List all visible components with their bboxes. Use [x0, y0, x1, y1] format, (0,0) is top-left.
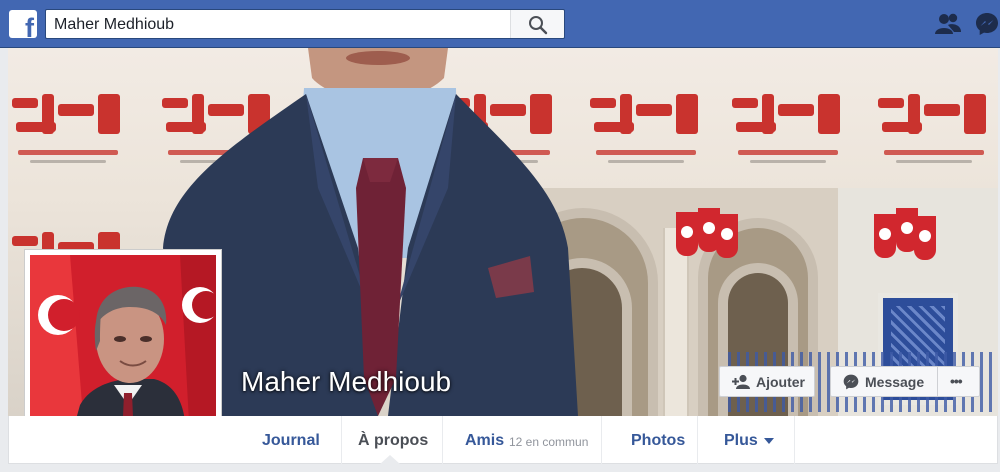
tab-more[interactable]: Plus: [698, 416, 794, 464]
tab-photos-label: Photos: [631, 432, 686, 449]
search-bar[interactable]: Maher Medhioub: [45, 9, 565, 39]
add-friend-icon: [732, 374, 750, 389]
tab-friends-label: Amis: [465, 432, 505, 449]
flag-icon: [914, 216, 936, 260]
tab-friends[interactable]: Amis 12 en commun: [443, 416, 601, 464]
add-friend-label: Ajouter: [756, 374, 805, 390]
flag-icon: [716, 214, 738, 258]
banner-logo: [8, 88, 128, 188]
logo-letter: f: [25, 13, 34, 39]
more-actions-icon: •••: [950, 373, 963, 389]
search-input[interactable]: Maher Medhioub: [54, 16, 174, 34]
more-actions-button[interactable]: •••: [937, 366, 980, 397]
top-bar: f Maher Medhioub: [0, 0, 1000, 48]
search-icon: [529, 16, 548, 35]
message-button[interactable]: Message: [830, 366, 938, 397]
profile-photo: [30, 255, 216, 441]
tab-journal[interactable]: Journal: [241, 416, 341, 464]
tab-photos[interactable]: Photos: [602, 416, 697, 464]
search-button[interactable]: [510, 10, 564, 38]
messenger-icon: [843, 374, 859, 390]
profile-name[interactable]: Maher Medhioub: [241, 366, 451, 398]
add-friend-button[interactable]: Ajouter: [719, 366, 815, 397]
mutual-friends-count: 12 en commun: [509, 435, 589, 449]
tab-more-label: Plus: [724, 432, 758, 449]
chevron-down-icon: [764, 438, 774, 444]
friends-icon[interactable]: [934, 12, 962, 36]
profile-nav: Journal À propos Amis 12 en commun Photo…: [8, 416, 998, 464]
flag-icon: [676, 212, 698, 256]
active-tab-indicator: [380, 455, 400, 464]
banner-logo: [728, 88, 848, 188]
tab-about-label: À propos: [358, 432, 429, 449]
page: f Maher Medhioub Maher Medhioub Ajouter …: [0, 0, 1000, 472]
flag-icon: [874, 214, 896, 258]
profile-photo-image: [30, 255, 216, 441]
message-label: Message: [865, 374, 925, 390]
facebook-logo-icon[interactable]: f: [9, 10, 37, 38]
banner-logo: [586, 88, 706, 188]
tab-journal-label: Journal: [262, 432, 320, 449]
tab-divider: [794, 416, 795, 464]
messenger-icon[interactable]: [975, 12, 999, 36]
banner-logo: [874, 88, 994, 188]
